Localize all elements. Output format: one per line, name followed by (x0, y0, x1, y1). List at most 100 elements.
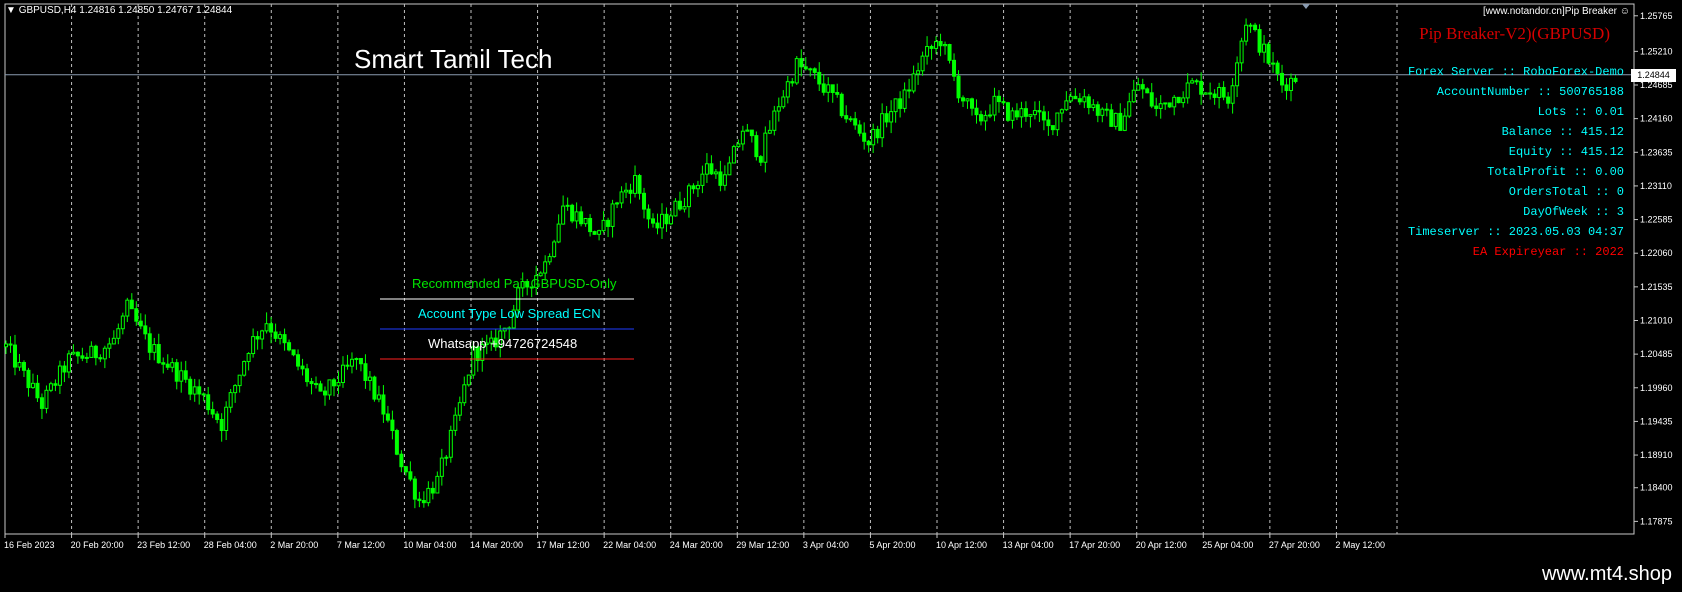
candle-body (1073, 95, 1078, 100)
candle (17, 353, 22, 371)
candle (21, 360, 26, 378)
candle (48, 381, 53, 393)
candle (1275, 60, 1280, 82)
candle-body (242, 361, 247, 376)
candle-body (579, 211, 584, 225)
candle (556, 214, 561, 244)
candle-body (808, 68, 813, 71)
candle (1176, 96, 1181, 104)
candle-body (152, 344, 157, 353)
footer-watermark: www.mt4.shop (1541, 563, 1672, 585)
candle (633, 165, 638, 198)
candle (358, 358, 363, 372)
candle (291, 349, 296, 357)
candle-body (713, 171, 718, 175)
candle (1104, 103, 1109, 117)
candle-body (183, 370, 188, 380)
candle-body (215, 413, 220, 420)
price-chart[interactable]: 1.257651.252101.246851.241601.236351.231… (0, 0, 1682, 592)
info-forex-server: Forex Server :: RoboForex-Demo (1407, 65, 1624, 79)
candle (340, 356, 345, 388)
candle-body (659, 213, 664, 229)
candle (673, 198, 678, 217)
candle-body (758, 156, 763, 163)
candle-body (358, 358, 363, 365)
candle-body (978, 114, 983, 122)
candle-body (1019, 108, 1024, 118)
candle (911, 65, 916, 94)
candle (947, 43, 952, 64)
candle-body (740, 130, 745, 145)
candle-body (1118, 112, 1123, 131)
brand-title: Smart Tamil Tech (354, 44, 553, 74)
candle (363, 354, 368, 389)
candle-body (691, 185, 696, 190)
candle-body (574, 211, 579, 222)
candle (1046, 111, 1051, 136)
candle-body (1001, 101, 1006, 104)
candle-body (17, 362, 22, 368)
mt4-chart-window[interactable]: 1.25765 1.25210 1.24685 1.24160 1.23635 1.231… (0, 0, 1682, 592)
candle-body (89, 345, 94, 358)
candle (965, 98, 970, 109)
candle-body (107, 343, 112, 349)
candle (349, 352, 354, 374)
candle (1271, 52, 1276, 73)
candle (974, 99, 979, 124)
candle-body (1280, 72, 1285, 86)
candle-body (134, 308, 139, 322)
candle (1005, 101, 1010, 122)
candle (875, 125, 880, 144)
candle-body (547, 256, 552, 263)
candle (1122, 108, 1127, 132)
candle-body (57, 365, 62, 386)
candle (466, 374, 471, 387)
candle-body (952, 59, 957, 77)
candle (417, 491, 422, 508)
candle (1212, 89, 1217, 105)
ea-label-text: [www.notandor.cn]Pip Breaker (1483, 6, 1617, 17)
candle-body (12, 344, 17, 368)
x-tick-label: 23 Feb 12:00 (137, 540, 190, 550)
candle-body (206, 394, 211, 411)
candle (552, 239, 557, 258)
candle-body (93, 345, 98, 359)
candle-body (62, 365, 67, 373)
candle (197, 379, 202, 405)
x-tick-label: 28 Feb 04:00 (204, 540, 257, 550)
candle-body (588, 217, 593, 233)
candle (749, 129, 754, 143)
candle (1185, 73, 1190, 104)
candle-body (570, 204, 575, 222)
candle (1019, 101, 1024, 128)
candle (597, 229, 602, 241)
info-ea-expireyear: EA Expireyear :: 2022 (1472, 245, 1624, 259)
candle (821, 74, 826, 96)
candle-body (1032, 110, 1037, 116)
candle (624, 182, 629, 199)
candle-body (323, 390, 328, 396)
candle (408, 461, 413, 482)
candle (233, 384, 238, 403)
candle-body (30, 382, 35, 389)
candle (961, 95, 966, 108)
candle-body (552, 241, 557, 258)
candle (1244, 18, 1249, 46)
candle-body (156, 344, 161, 364)
candle (53, 379, 58, 392)
candle (1095, 101, 1100, 123)
candle (848, 116, 853, 123)
candle (1293, 74, 1298, 84)
candle-body (8, 343, 13, 346)
candle (345, 354, 350, 370)
candle (89, 341, 94, 358)
symbol-menu-arrow-icon[interactable]: ▼ (6, 5, 16, 16)
candle (381, 385, 386, 423)
candle-body (749, 129, 754, 137)
candle (273, 323, 278, 342)
candle (1199, 72, 1204, 105)
candlestick-series (4, 18, 1298, 509)
candle (642, 187, 647, 219)
candle (880, 103, 885, 148)
candle-body (1262, 43, 1267, 53)
